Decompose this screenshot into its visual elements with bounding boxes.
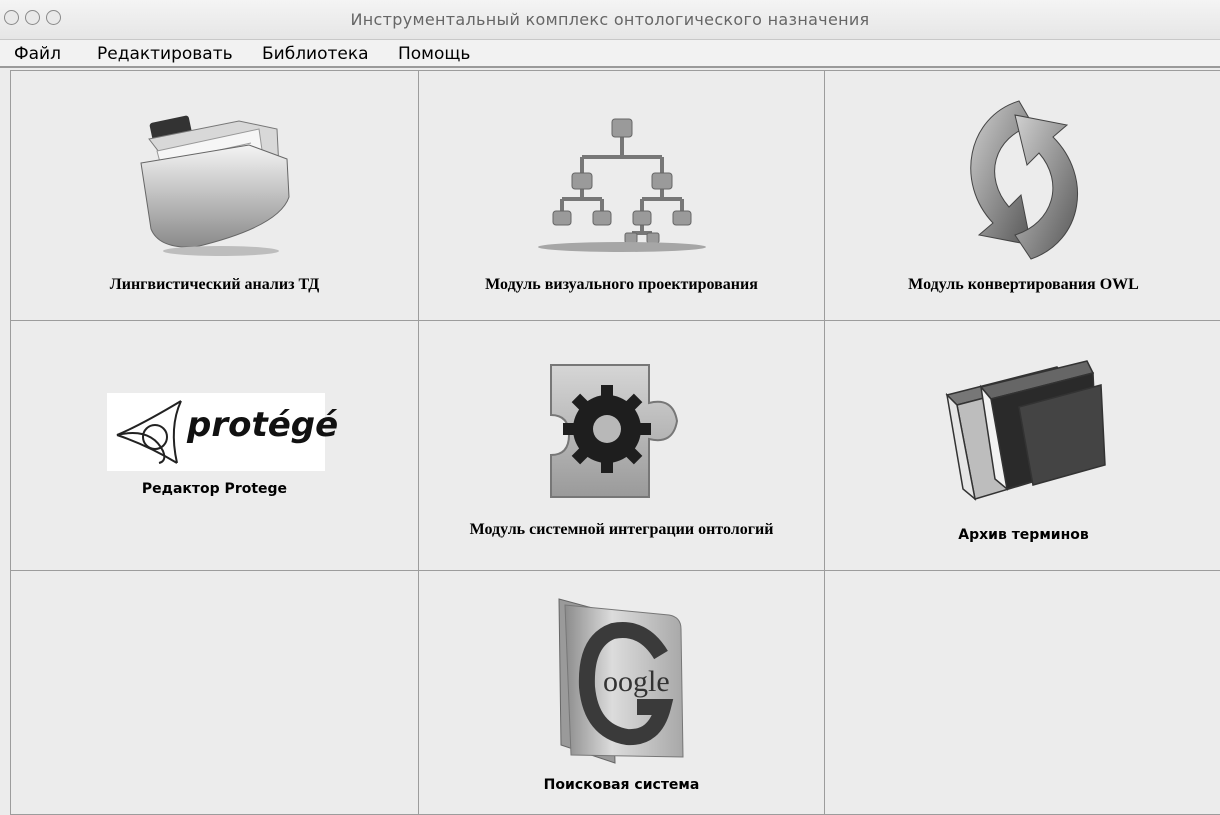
empty-grid-cell [824,570,1220,815]
app-window: Инструментальный комплекс онтологическог… [0,0,1220,815]
module-label: Лингвистический анализ ТД [109,276,320,293]
menu-help[interactable]: Помощь [398,44,470,64]
empty-grid-cell [10,570,419,815]
module-button-linguistic-analysis[interactable]: Лингвистический анализ ТД [10,70,419,321]
module-button-protege-editor[interactable]: protégé Редактор Protege [10,320,419,571]
menu-edit[interactable]: Редактировать [97,44,233,64]
google-folder-icon: oogle [558,598,684,764]
module-label: Модуль визуального проектирования [485,276,758,293]
puzzle-gear-icon [550,364,679,498]
module-button-terms-archive[interactable]: Архив терминов [824,320,1220,571]
menu-bar: Файл Редактировать Библиотека Помощь [0,40,1220,68]
module-label: Поисковая система [543,777,700,793]
google-logo-text: oogle [603,665,670,698]
sync-arrows-icon [970,100,1079,260]
module-button-owl-converter[interactable]: Модуль конвертирования OWL [824,70,1220,321]
module-label: Модуль системной интеграции онтологий [469,521,774,538]
protege-logo: protégé [107,393,338,471]
module-label: Архив терминов [958,527,1089,543]
books-icon [945,360,1106,501]
protege-logo-text: protégé [187,405,339,445]
title-bar: Инструментальный комплекс онтологическог… [0,0,1220,40]
module-label: Модуль конвертирования OWL [908,276,1139,293]
protege-emblem-icon [116,400,182,464]
window-title: Инструментальный комплекс онтологическог… [350,10,870,29]
module-label: Редактор Protege [141,481,288,497]
menu-file[interactable]: Файл [14,44,61,64]
document-folder-icon [140,115,290,256]
module-button-search-system[interactable]: oogle Поисковая система [418,570,825,815]
module-grid: Лингвистический анализ ТД Модуль визуаль… [10,70,1220,815]
hierarchy-diagram-icon [538,118,706,252]
module-button-ontology-integration[interactable]: Модуль системной интеграции онтологий [418,320,825,571]
module-button-visual-design[interactable]: Модуль визуального проектирования [418,70,825,321]
menu-library[interactable]: Библиотека [262,44,369,64]
